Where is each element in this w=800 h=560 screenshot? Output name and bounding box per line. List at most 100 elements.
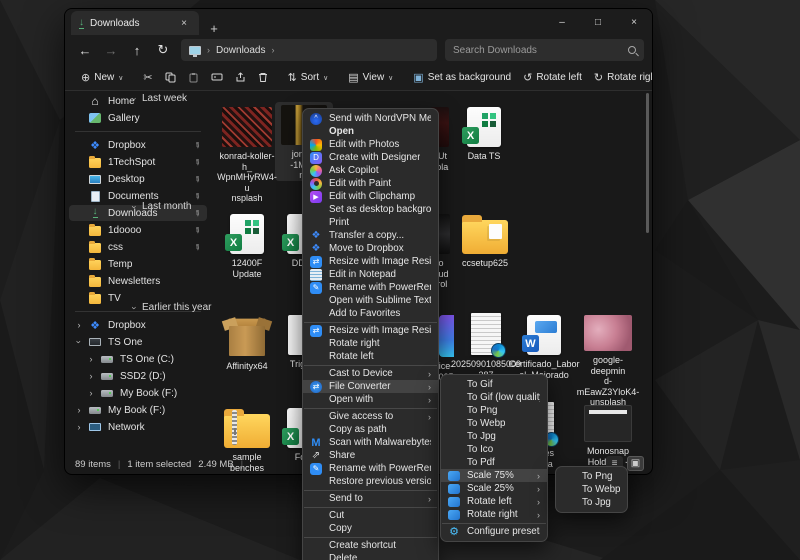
menu-item-rotate-right[interactable]: Rotate right: [303, 337, 438, 350]
menu-item-open[interactable]: Open: [303, 125, 438, 138]
tree-expand-icon[interactable]: ›: [75, 320, 83, 330]
tree-expand-icon[interactable]: ›: [75, 405, 83, 415]
fc-item-to-webp[interactable]: To Webp: [441, 417, 547, 430]
menu-item-give-access-to[interactable]: Give access to›: [303, 410, 438, 423]
menu-item-transfer-a-copy[interactable]: ❖Transfer a copy...: [303, 229, 438, 242]
menu-item-edit-with-clipchamp[interactable]: ▶Edit with Clipchamp: [303, 190, 438, 203]
rotate-right-button[interactable]: ↻ Rotate right: [588, 67, 653, 89]
menu-item-edit-in-notepad[interactable]: Edit in Notepad: [303, 268, 438, 281]
file-data-ts[interactable]: XData TS: [455, 104, 513, 162]
file-google-deepmind-meawz3ylok4-un[interactable]: google-deepmind-mEawZ3YloK4-unsplash: [579, 312, 637, 408]
close-button[interactable]: ×: [616, 9, 652, 35]
fc-item-to-jpg[interactable]: To Jpg: [441, 430, 547, 443]
back-button[interactable]: ←: [73, 39, 97, 61]
paste-button[interactable]: [182, 67, 205, 89]
menu-item-resize-with-image-resizer[interactable]: ⇄Resize with Image Resizer: [303, 324, 438, 337]
thumbnails-view-toggle[interactable]: ▣: [627, 456, 644, 471]
tree-collapse-icon[interactable]: ›: [74, 338, 84, 346]
menu-item-rotate-left[interactable]: Rotate left: [303, 350, 438, 363]
sidebar-item-gallery[interactable]: Gallery: [69, 110, 207, 126]
search-input[interactable]: [453, 45, 628, 56]
menu-item-ask-copilot[interactable]: Ask Copilot: [303, 164, 438, 177]
sidebar-item-1doooo[interactable]: 1doooo✎: [69, 222, 207, 238]
file-certificado-laboral-mejorado[interactable]: WCertificado_Laboral_Mejorado: [513, 312, 575, 380]
tree-expand-icon[interactable]: ›: [87, 371, 95, 381]
tab-downloads[interactable]: ↓ Downloads ×: [71, 11, 199, 35]
search-box[interactable]: [445, 39, 644, 61]
section-header-earlier-this-year[interactable]: ›Earlier this year: [133, 302, 211, 313]
menu-item-file-converter[interactable]: ⇄File Converter›: [303, 380, 438, 393]
menu-item-cut[interactable]: Cut: [303, 509, 438, 522]
menu-item-open-with[interactable]: Open with›: [303, 393, 438, 406]
menu-item-rename-with-powerrename[interactable]: ✎Rename with PowerRename: [303, 281, 438, 294]
scale-item-to-webp[interactable]: To Webp: [556, 483, 627, 496]
forward-button[interactable]: →: [99, 39, 123, 61]
minimize-button[interactable]: –: [544, 9, 580, 35]
breadcrumb-downloads[interactable]: Downloads: [216, 45, 265, 56]
menu-item-create-with-designer[interactable]: DCreate with Designer: [303, 151, 438, 164]
menu-item-share[interactable]: ⇗Share: [303, 449, 438, 462]
fc-item-to-ico[interactable]: To Ico: [441, 443, 547, 456]
breadcrumb[interactable]: › Downloads ›: [181, 39, 437, 61]
copy-button[interactable]: [159, 67, 182, 89]
sidebar-item-dropbox[interactable]: ❖Dropbox✎: [69, 137, 207, 153]
up-button[interactable]: ↑: [125, 39, 149, 61]
menu-item-set-as-desktop-background[interactable]: Set as desktop background: [303, 203, 438, 216]
sidebar-item-css[interactable]: css✎: [69, 239, 207, 255]
tree-expand-icon[interactable]: ›: [87, 388, 95, 398]
menu-item-copy-as-path[interactable]: Copy as path: [303, 423, 438, 436]
tab-close-icon[interactable]: ×: [177, 16, 191, 30]
menu-item-scan-with-malwarebytes[interactable]: MScan with Malwarebytes: [303, 436, 438, 449]
file-affinityx64[interactable]: Affinityx64: [217, 312, 277, 372]
menu-item-rename-with-powerrename[interactable]: ✎Rename with PowerRename: [303, 462, 438, 475]
menu-item-edit-with-paint[interactable]: Edit with Paint: [303, 177, 438, 190]
maximize-button[interactable]: □: [580, 9, 616, 35]
sort-button[interactable]: ⇅ Sort∨: [282, 67, 335, 89]
menu-item-create-shortcut[interactable]: Create shortcut: [303, 539, 438, 552]
sidebar-item-network[interactable]: ›Network: [69, 419, 207, 435]
rename-button[interactable]: [205, 67, 229, 89]
menu-item-delete[interactable]: Delete: [303, 552, 438, 560]
new-tab-button[interactable]: +: [207, 21, 221, 35]
refresh-button[interactable]: ↻: [151, 39, 175, 61]
menu-item-cast-to-device[interactable]: Cast to Device›: [303, 367, 438, 380]
view-button[interactable]: ▤ View∨: [342, 67, 399, 89]
menu-item-move-to-dropbox[interactable]: ❖Move to Dropbox: [303, 242, 438, 255]
tree-expand-icon[interactable]: ›: [87, 354, 95, 364]
menu-item-print[interactable]: Print: [303, 216, 438, 229]
file-12400f-update[interactable]: X12400F Update: [217, 211, 277, 279]
sidebar-item-dropbox[interactable]: ›❖Dropbox: [69, 317, 207, 333]
sidebar-item-my-book-f-[interactable]: ›My Book (F:): [69, 402, 207, 418]
fc-item-rotate-right[interactable]: Rotate right›: [441, 508, 547, 521]
fc-item-scale-75%[interactable]: Scale 75%›: [441, 469, 547, 482]
sidebar-item-ts-one[interactable]: ›TS One: [69, 334, 207, 350]
rotate-left-button[interactable]: ↺ Rotate left: [517, 67, 588, 89]
sidebar-item-desktop[interactable]: Desktop✎: [69, 171, 207, 187]
section-header-last-month[interactable]: ›Last month: [133, 201, 191, 212]
fc-item-to-png[interactable]: To Png: [441, 404, 547, 417]
scale-item-to-jpg[interactable]: To Jpg: [556, 496, 627, 509]
file-20250901085009387[interactable]: 20250901085009387: [459, 310, 513, 380]
menu-item-open-with-sublime-text[interactable]: Open with Sublime Text: [303, 294, 438, 307]
cut-button[interactable]: ✂: [137, 67, 158, 89]
set-as-background-button[interactable]: ▣ Set as background: [407, 67, 517, 89]
share-button[interactable]: [229, 67, 252, 89]
menu-item-edit-with-photos[interactable]: Edit with Photos: [303, 138, 438, 151]
section-header-last-week[interactable]: ›Last week: [133, 93, 187, 104]
menu-item-send-to[interactable]: Send to›: [303, 492, 438, 505]
sidebar-item-temp[interactable]: Temp: [69, 256, 207, 272]
sidebar-item-newsletters[interactable]: Newsletters: [69, 273, 207, 289]
fc-item-to-gif[interactable]: To Gif: [441, 378, 547, 391]
sidebar-item-ts-one-c-[interactable]: ›TS One (C:): [81, 351, 207, 367]
file-konrad-koller-h-wpnmhyrw4-unsp[interactable]: konrad-koller-h_WpnMHyRW4-unsplash: [217, 104, 277, 204]
vertical-scrollbar[interactable]: [646, 93, 649, 233]
fc-item-rotate-left[interactable]: Rotate left›: [441, 495, 547, 508]
menu-item-resize-with-image-resizer[interactable]: ⇄Resize with Image Resizer: [303, 255, 438, 268]
menu-item-add-to-favorites[interactable]: Add to Favorites: [303, 307, 438, 320]
menu-item-copy[interactable]: Copy: [303, 522, 438, 535]
fc-item-configure-presets[interactable]: ⚙Configure presets...: [441, 525, 547, 538]
fc-item-to-gif-low-quality[interactable]: To Gif (low quality): [441, 391, 547, 404]
fc-item-to-pdf[interactable]: To Pdf: [441, 456, 547, 469]
file-ccsetup625[interactable]: ccsetup625: [455, 211, 515, 269]
tree-expand-icon[interactable]: ›: [75, 422, 83, 432]
